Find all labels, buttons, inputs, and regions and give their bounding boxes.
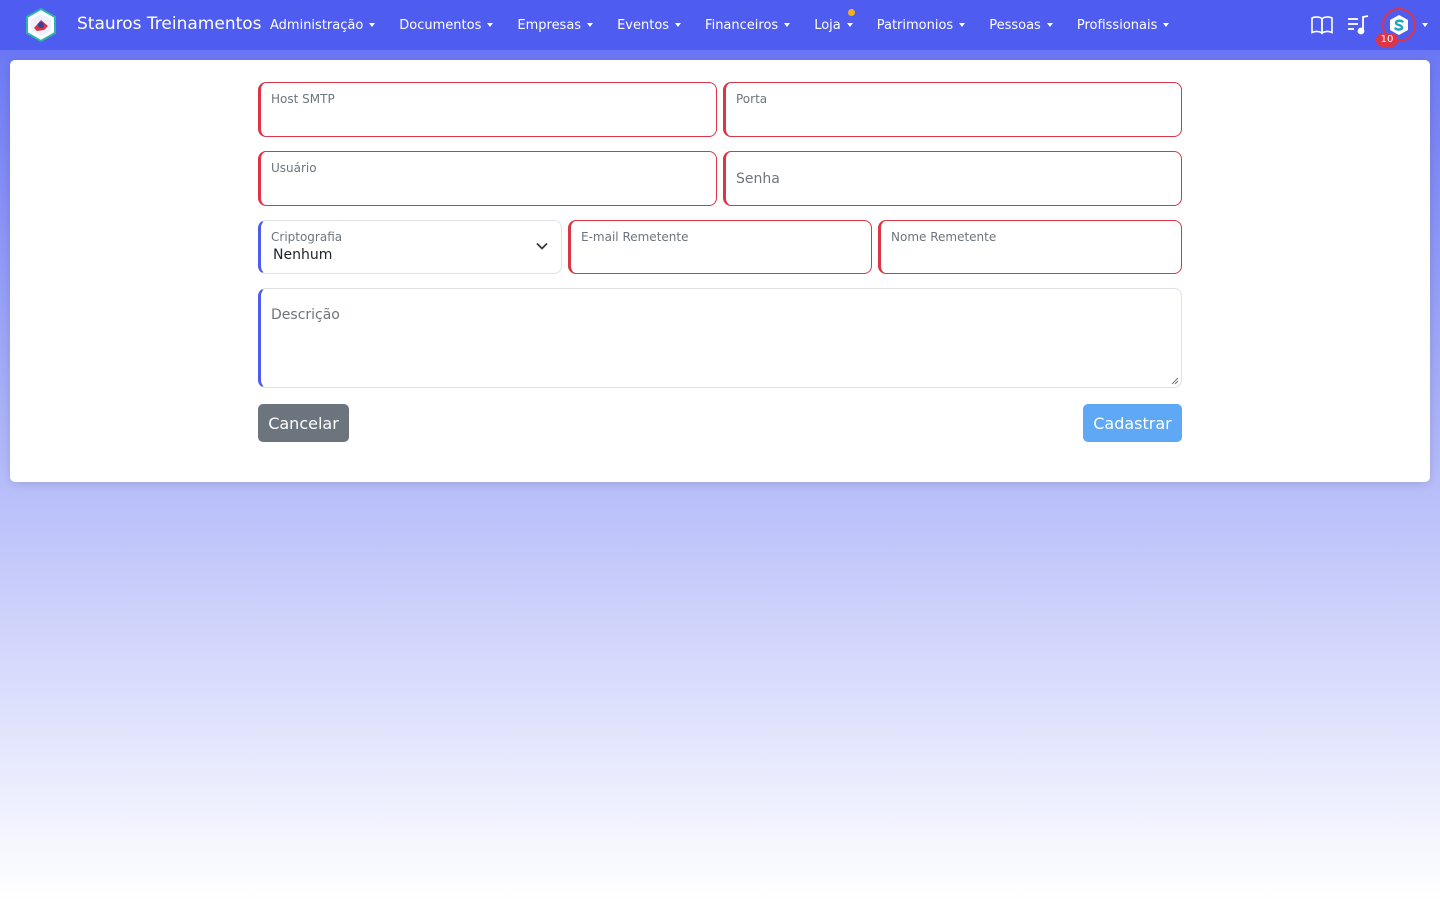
nav-item-label: Loja	[814, 17, 841, 33]
host-smtp-input[interactable]	[261, 83, 716, 136]
caret-down-icon	[487, 23, 494, 27]
cancel-button[interactable]: Cancelar	[258, 404, 349, 442]
host-smtp-field[interactable]: Host SMTP	[258, 82, 717, 137]
nav-item-empresas[interactable]: Empresas	[517, 17, 594, 33]
nav-item-label: Financeiros	[705, 17, 779, 33]
resize-grip-icon[interactable]	[1171, 377, 1179, 385]
sender-email-field[interactable]: E-mail Remetente	[568, 220, 872, 274]
nav-item-documentos[interactable]: Documentos	[399, 17, 494, 33]
sender-email-input[interactable]	[571, 221, 871, 273]
brand-name[interactable]: Stauros Treinamentos	[77, 13, 262, 35]
brand-logo-icon[interactable]	[24, 8, 58, 42]
caret-down-icon	[846, 23, 853, 27]
playlist-music-icon[interactable]	[1346, 13, 1370, 37]
nav-item-label: Eventos	[617, 17, 670, 33]
encryption-selected-value: Nenhum	[273, 247, 333, 263]
nav-item-administracao[interactable]: Administração	[270, 17, 376, 33]
nav-item-label: Documentos	[399, 17, 482, 33]
nav-item-label: Administração	[270, 17, 364, 33]
user-field[interactable]: Usuário	[258, 151, 717, 206]
port-field[interactable]: Porta	[723, 82, 1182, 137]
submit-button[interactable]: Cadastrar	[1083, 404, 1182, 442]
nav-item-pessoas[interactable]: Pessoas	[989, 18, 1053, 33]
encryption-select[interactable]: Criptografia Nenhum	[258, 220, 562, 274]
caret-down-icon	[587, 23, 594, 27]
caret-down-icon	[1163, 23, 1170, 27]
caret-down-icon	[1046, 23, 1053, 27]
nav-item-label: Profissionais	[1076, 17, 1158, 33]
port-input[interactable]	[726, 83, 1181, 136]
caret-down-icon	[784, 23, 791, 27]
nav-item-loja[interactable]: Loja	[814, 8, 855, 33]
password-input[interactable]	[726, 152, 1181, 205]
user-menu-caret-icon[interactable]	[1422, 23, 1428, 27]
caret-down-icon	[959, 23, 966, 27]
book-icon[interactable]	[1310, 13, 1334, 37]
sender-name-input[interactable]	[881, 221, 1181, 273]
caret-down-icon	[369, 23, 376, 27]
nav-item-patrimonios[interactable]: Patrimonios	[876, 17, 966, 33]
nav-item-label: Pessoas	[989, 17, 1041, 33]
notification-dot	[847, 8, 855, 16]
nav-item-profissionais[interactable]: Profissionais	[1077, 18, 1170, 33]
caret-down-icon	[675, 23, 682, 27]
chevron-down-icon	[536, 242, 548, 250]
notification-count-badge: 10	[1376, 33, 1398, 47]
nav-item-eventos[interactable]: Eventos	[617, 17, 682, 33]
nav-item-label: Patrimonios	[876, 17, 954, 33]
smtp-form-card: Host SMTP Porta Usuário Criptografia Nen…	[10, 60, 1430, 482]
encryption-label: Criptografia	[271, 230, 343, 244]
user-input[interactable]	[261, 152, 716, 205]
description-field[interactable]	[258, 288, 1182, 388]
nav-item-label: Empresas	[517, 17, 582, 33]
password-field[interactable]	[723, 151, 1182, 206]
sender-name-field[interactable]: Nome Remetente	[878, 220, 1182, 274]
nav-item-financeiros[interactable]: Financeiros	[705, 17, 791, 33]
description-textarea[interactable]	[261, 289, 1181, 387]
top-navbar: Stauros Treinamentos Administração Docum…	[0, 0, 1440, 50]
main-menu: Administração Documentos Empresas Evento…	[270, 8, 1170, 35]
